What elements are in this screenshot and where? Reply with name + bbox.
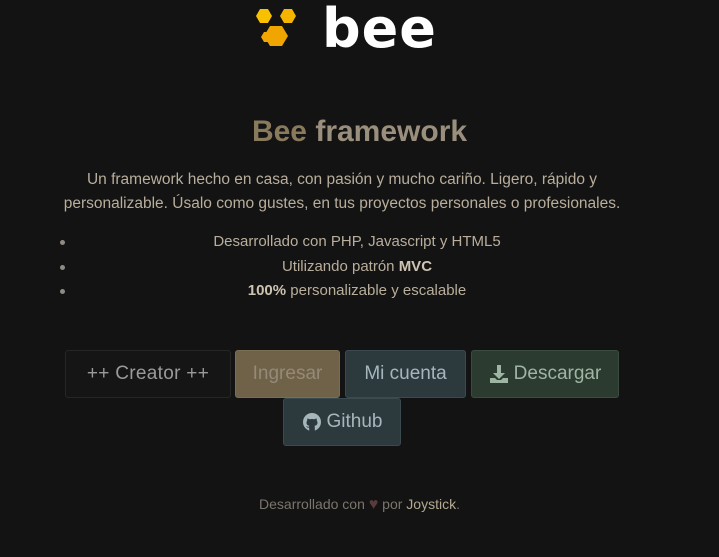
feature-highlight: 100% (247, 282, 287, 299)
author-link[interactable]: Joystick (406, 496, 456, 512)
footer-suffix: . (456, 496, 460, 512)
mi-cuenta-button[interactable]: Mi cuenta (345, 350, 466, 398)
brand-logo[interactable]: bee (250, 0, 437, 60)
logo-wordmark: bee (322, 0, 437, 60)
title-word-framework: framework (315, 115, 468, 148)
footer-by: por (382, 496, 403, 512)
feature-item: 100% personalizable y escalable (40, 279, 674, 304)
feature-text: personalizable y escalable (286, 282, 467, 299)
feature-highlight: MVC (398, 257, 433, 275)
hero-description: Un framework hecho en casa, con pasión y… (63, 171, 621, 212)
descargar-button[interactable]: Descargar (471, 350, 619, 398)
github-icon (302, 413, 321, 431)
descargar-button-label: Descargar (513, 363, 602, 384)
ingresar-button[interactable]: Ingresar (235, 350, 340, 398)
ingresar-button-label: Ingresar (252, 363, 323, 384)
download-icon (489, 365, 508, 383)
heart-icon: ♥ (368, 496, 379, 513)
creator-button-label: ++ Creator ++ (86, 363, 210, 384)
feature-text: Desarrollado con PHP, Javascript y HTML5 (213, 233, 501, 250)
creator-button[interactable]: ++ Creator ++ (65, 350, 231, 398)
github-button[interactable]: Github (283, 398, 401, 446)
page-title: Bee framework (0, 114, 719, 150)
footer-prefix: Desarrollado con (259, 496, 365, 512)
honeycomb-logo-icon (256, 9, 296, 46)
title-word-bee: Bee (251, 115, 307, 148)
footer: Desarrollado con ♥ por Joystick. (0, 496, 719, 514)
feature-item: Utilizando patrón MVC (40, 255, 674, 280)
feature-item: Desarrollado con PHP, Javascript y HTML5 (40, 230, 674, 255)
feature-list: Desarrollado con PHP, Javascript y HTML5… (40, 230, 674, 304)
mi-cuenta-button-label: Mi cuenta (364, 363, 447, 384)
github-button-label: Github (326, 411, 383, 432)
feature-text: Utilizando patrón (281, 257, 399, 275)
